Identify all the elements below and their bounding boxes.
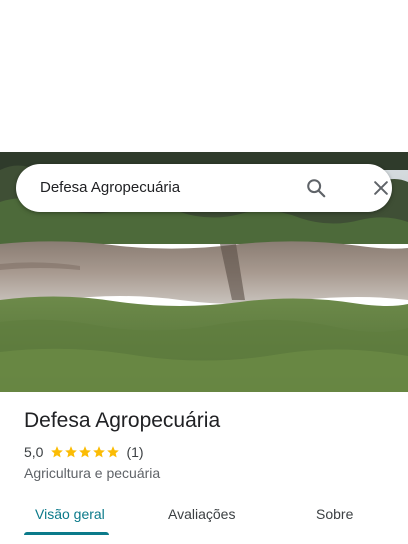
rating-stars xyxy=(50,445,120,459)
star-icon xyxy=(79,446,92,458)
search-input[interactable]: Defesa Agropecuária xyxy=(40,179,180,196)
search-icon[interactable] xyxy=(302,174,330,202)
close-icon[interactable] xyxy=(367,174,395,202)
star-icon xyxy=(107,446,120,458)
tab-reviews[interactable]: Avaliações xyxy=(168,506,235,522)
star-icon xyxy=(51,446,64,458)
active-tab-indicator xyxy=(24,532,109,535)
tab-overview[interactable]: Visão geral xyxy=(35,506,105,522)
search-bar[interactable]: Defesa Agropecuária xyxy=(16,164,392,212)
star-icon xyxy=(93,446,106,458)
tab-bar: Visão geral Avaliações Sobre xyxy=(0,496,408,544)
rating-row[interactable]: 5,0 (1) xyxy=(24,444,144,460)
rating-value: 5,0 xyxy=(24,444,44,460)
blank-area xyxy=(0,0,408,152)
place-title: Defesa Agropecuária xyxy=(24,409,221,432)
place-category: Agricultura e pecuária xyxy=(24,465,161,481)
star-icon xyxy=(65,446,78,458)
rating-count: (1) xyxy=(126,444,144,460)
tab-about[interactable]: Sobre xyxy=(316,506,353,522)
